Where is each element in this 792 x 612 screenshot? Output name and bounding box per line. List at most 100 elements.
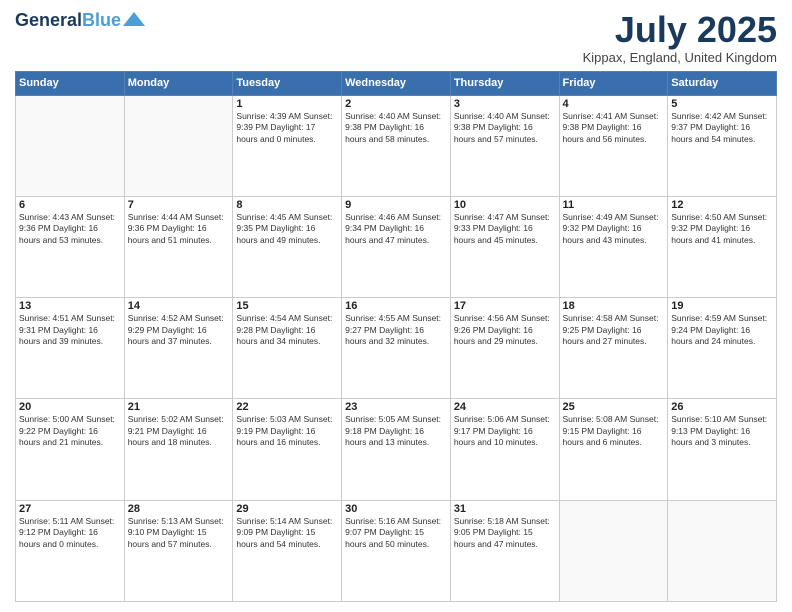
day-number: 12 bbox=[671, 199, 773, 211]
calendar-week-row: 20Sunrise: 5:00 AM Sunset: 9:22 PM Dayli… bbox=[16, 399, 777, 500]
table-row: 31Sunrise: 5:18 AM Sunset: 9:05 PM Dayli… bbox=[450, 500, 559, 601]
cell-text: Sunrise: 4:45 AM Sunset: 9:35 PM Dayligh… bbox=[236, 212, 338, 246]
table-row: 21Sunrise: 5:02 AM Sunset: 9:21 PM Dayli… bbox=[124, 399, 233, 500]
logo-text: GeneralBlue bbox=[15, 10, 121, 31]
day-number: 21 bbox=[128, 401, 230, 413]
day-number: 26 bbox=[671, 401, 773, 413]
calendar-week-row: 1Sunrise: 4:39 AM Sunset: 9:39 PM Daylig… bbox=[16, 95, 777, 196]
day-number: 31 bbox=[454, 503, 556, 515]
day-number: 2 bbox=[345, 98, 447, 110]
table-row bbox=[16, 95, 125, 196]
table-row: 27Sunrise: 5:11 AM Sunset: 9:12 PM Dayli… bbox=[16, 500, 125, 601]
calendar-week-row: 13Sunrise: 4:51 AM Sunset: 9:31 PM Dayli… bbox=[16, 298, 777, 399]
cell-text: Sunrise: 5:03 AM Sunset: 9:19 PM Dayligh… bbox=[236, 414, 338, 448]
col-tuesday: Tuesday bbox=[233, 71, 342, 95]
logo-general: General bbox=[15, 10, 82, 30]
table-row: 12Sunrise: 4:50 AM Sunset: 9:32 PM Dayli… bbox=[668, 196, 777, 297]
table-row: 29Sunrise: 5:14 AM Sunset: 9:09 PM Dayli… bbox=[233, 500, 342, 601]
calendar-header-row: Sunday Monday Tuesday Wednesday Thursday… bbox=[16, 71, 777, 95]
day-number: 24 bbox=[454, 401, 556, 413]
logo-icon bbox=[123, 12, 145, 26]
table-row: 26Sunrise: 5:10 AM Sunset: 9:13 PM Dayli… bbox=[668, 399, 777, 500]
day-number: 1 bbox=[236, 98, 338, 110]
table-row: 7Sunrise: 4:44 AM Sunset: 9:36 PM Daylig… bbox=[124, 196, 233, 297]
title-area: July 2025 Kippax, England, United Kingdo… bbox=[583, 10, 777, 65]
table-row: 14Sunrise: 4:52 AM Sunset: 9:29 PM Dayli… bbox=[124, 298, 233, 399]
table-row: 5Sunrise: 4:42 AM Sunset: 9:37 PM Daylig… bbox=[668, 95, 777, 196]
cell-text: Sunrise: 4:52 AM Sunset: 9:29 PM Dayligh… bbox=[128, 313, 230, 347]
table-row: 11Sunrise: 4:49 AM Sunset: 9:32 PM Dayli… bbox=[559, 196, 668, 297]
col-wednesday: Wednesday bbox=[342, 71, 451, 95]
table-row: 24Sunrise: 5:06 AM Sunset: 9:17 PM Dayli… bbox=[450, 399, 559, 500]
table-row: 1Sunrise: 4:39 AM Sunset: 9:39 PM Daylig… bbox=[233, 95, 342, 196]
table-row: 15Sunrise: 4:54 AM Sunset: 9:28 PM Dayli… bbox=[233, 298, 342, 399]
cell-text: Sunrise: 4:51 AM Sunset: 9:31 PM Dayligh… bbox=[19, 313, 121, 347]
table-row: 18Sunrise: 4:58 AM Sunset: 9:25 PM Dayli… bbox=[559, 298, 668, 399]
day-number: 23 bbox=[345, 401, 447, 413]
table-row: 16Sunrise: 4:55 AM Sunset: 9:27 PM Dayli… bbox=[342, 298, 451, 399]
cell-text: Sunrise: 4:40 AM Sunset: 9:38 PM Dayligh… bbox=[345, 111, 447, 145]
table-row: 9Sunrise: 4:46 AM Sunset: 9:34 PM Daylig… bbox=[342, 196, 451, 297]
day-number: 8 bbox=[236, 199, 338, 211]
table-row: 17Sunrise: 4:56 AM Sunset: 9:26 PM Dayli… bbox=[450, 298, 559, 399]
month-title: July 2025 bbox=[583, 10, 777, 50]
cell-text: Sunrise: 5:10 AM Sunset: 9:13 PM Dayligh… bbox=[671, 414, 773, 448]
table-row: 4Sunrise: 4:41 AM Sunset: 9:38 PM Daylig… bbox=[559, 95, 668, 196]
cell-text: Sunrise: 4:44 AM Sunset: 9:36 PM Dayligh… bbox=[128, 212, 230, 246]
page: GeneralBlue July 2025 Kippax, England, U… bbox=[0, 0, 792, 612]
day-number: 18 bbox=[563, 300, 665, 312]
day-number: 16 bbox=[345, 300, 447, 312]
col-saturday: Saturday bbox=[668, 71, 777, 95]
table-row: 6Sunrise: 4:43 AM Sunset: 9:36 PM Daylig… bbox=[16, 196, 125, 297]
cell-text: Sunrise: 5:16 AM Sunset: 9:07 PM Dayligh… bbox=[345, 516, 447, 550]
day-number: 15 bbox=[236, 300, 338, 312]
logo-blue: Blue bbox=[82, 10, 121, 30]
day-number: 4 bbox=[563, 98, 665, 110]
table-row: 25Sunrise: 5:08 AM Sunset: 9:15 PM Dayli… bbox=[559, 399, 668, 500]
day-number: 29 bbox=[236, 503, 338, 515]
cell-text: Sunrise: 5:02 AM Sunset: 9:21 PM Dayligh… bbox=[128, 414, 230, 448]
calendar-week-row: 6Sunrise: 4:43 AM Sunset: 9:36 PM Daylig… bbox=[16, 196, 777, 297]
cell-text: Sunrise: 4:54 AM Sunset: 9:28 PM Dayligh… bbox=[236, 313, 338, 347]
cell-text: Sunrise: 4:58 AM Sunset: 9:25 PM Dayligh… bbox=[563, 313, 665, 347]
day-number: 28 bbox=[128, 503, 230, 515]
col-sunday: Sunday bbox=[16, 71, 125, 95]
table-row: 2Sunrise: 4:40 AM Sunset: 9:38 PM Daylig… bbox=[342, 95, 451, 196]
cell-text: Sunrise: 5:13 AM Sunset: 9:10 PM Dayligh… bbox=[128, 516, 230, 550]
table-row: 28Sunrise: 5:13 AM Sunset: 9:10 PM Dayli… bbox=[124, 500, 233, 601]
cell-text: Sunrise: 4:41 AM Sunset: 9:38 PM Dayligh… bbox=[563, 111, 665, 145]
cell-text: Sunrise: 4:59 AM Sunset: 9:24 PM Dayligh… bbox=[671, 313, 773, 347]
day-number: 6 bbox=[19, 199, 121, 211]
table-row: 22Sunrise: 5:03 AM Sunset: 9:19 PM Dayli… bbox=[233, 399, 342, 500]
col-thursday: Thursday bbox=[450, 71, 559, 95]
col-friday: Friday bbox=[559, 71, 668, 95]
day-number: 30 bbox=[345, 503, 447, 515]
cell-text: Sunrise: 5:14 AM Sunset: 9:09 PM Dayligh… bbox=[236, 516, 338, 550]
cell-text: Sunrise: 4:42 AM Sunset: 9:37 PM Dayligh… bbox=[671, 111, 773, 145]
day-number: 5 bbox=[671, 98, 773, 110]
table-row bbox=[559, 500, 668, 601]
cell-text: Sunrise: 4:56 AM Sunset: 9:26 PM Dayligh… bbox=[454, 313, 556, 347]
cell-text: Sunrise: 5:05 AM Sunset: 9:18 PM Dayligh… bbox=[345, 414, 447, 448]
day-number: 20 bbox=[19, 401, 121, 413]
calendar-table: Sunday Monday Tuesday Wednesday Thursday… bbox=[15, 71, 777, 602]
day-number: 25 bbox=[563, 401, 665, 413]
cell-text: Sunrise: 4:47 AM Sunset: 9:33 PM Dayligh… bbox=[454, 212, 556, 246]
day-number: 11 bbox=[563, 199, 665, 211]
table-row: 23Sunrise: 5:05 AM Sunset: 9:18 PM Dayli… bbox=[342, 399, 451, 500]
table-row: 30Sunrise: 5:16 AM Sunset: 9:07 PM Dayli… bbox=[342, 500, 451, 601]
day-number: 17 bbox=[454, 300, 556, 312]
col-monday: Monday bbox=[124, 71, 233, 95]
table-row: 20Sunrise: 5:00 AM Sunset: 9:22 PM Dayli… bbox=[16, 399, 125, 500]
cell-text: Sunrise: 5:11 AM Sunset: 9:12 PM Dayligh… bbox=[19, 516, 121, 550]
day-number: 9 bbox=[345, 199, 447, 211]
cell-text: Sunrise: 5:18 AM Sunset: 9:05 PM Dayligh… bbox=[454, 516, 556, 550]
calendar-week-row: 27Sunrise: 5:11 AM Sunset: 9:12 PM Dayli… bbox=[16, 500, 777, 601]
day-number: 19 bbox=[671, 300, 773, 312]
table-row bbox=[668, 500, 777, 601]
logo: GeneralBlue bbox=[15, 10, 145, 31]
cell-text: Sunrise: 4:55 AM Sunset: 9:27 PM Dayligh… bbox=[345, 313, 447, 347]
day-number: 13 bbox=[19, 300, 121, 312]
cell-text: Sunrise: 4:50 AM Sunset: 9:32 PM Dayligh… bbox=[671, 212, 773, 246]
table-row: 13Sunrise: 4:51 AM Sunset: 9:31 PM Dayli… bbox=[16, 298, 125, 399]
